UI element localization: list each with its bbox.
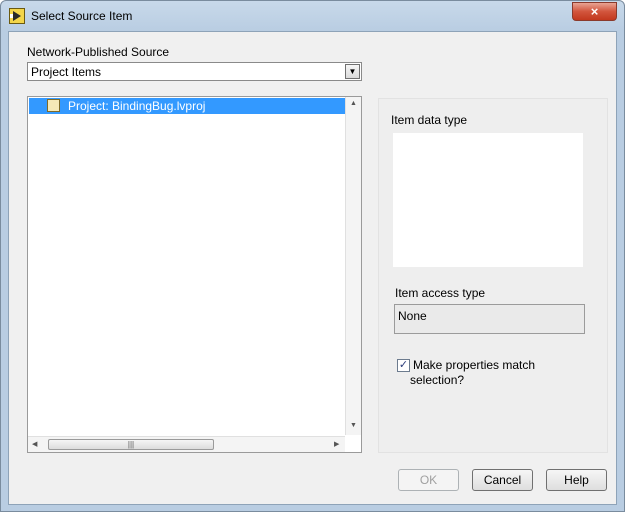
close-button[interactable]: × [572,2,617,21]
ok-button[interactable]: OK [398,469,459,491]
chevron-down-icon[interactable]: ▼ [345,64,360,79]
scroll-down-icon[interactable]: ▼ [350,422,357,429]
data-type-display [393,133,583,267]
source-dropdown-value: Project Items [31,65,102,79]
tree-item-label: Project: BindingBug.lvproj [68,99,206,113]
dialog-body: Network-Published Source Project Items ▼… [8,31,617,505]
access-type-value: None [398,309,427,323]
tree-item-project[interactable]: Project: BindingBug.lvproj [29,98,345,114]
access-type-label: Item access type [395,286,486,300]
title-bar[interactable]: Select Source Item × [1,1,624,31]
scroll-up-icon[interactable]: ▲ [350,100,357,107]
data-type-label: Item data type [391,113,468,127]
item-properties-panel: Item data type Item access type None ✓ M… [378,98,608,453]
labview-app-icon [9,8,25,24]
window-title: Select Source Item [31,9,133,23]
match-properties-checkbox[interactable]: ✓ [397,359,410,372]
source-item-tree[interactable]: Project: BindingBug.lvproj ▲ ▼ ◀ ||| ▶ [27,96,362,453]
horizontal-scroll-thumb[interactable]: ||| [48,439,214,450]
access-type-field: None [394,304,585,334]
horizontal-scrollbar[interactable]: ◀ ||| ▶ [28,436,345,452]
scroll-right-icon[interactable]: ▶ [334,440,339,448]
scroll-left-icon[interactable]: ◀ [32,440,37,448]
match-properties-label[interactable]: Make properties match [413,358,535,372]
help-button[interactable]: Help [546,469,607,491]
cancel-button[interactable]: Cancel [472,469,533,491]
match-properties-label-line2[interactable]: selection? [410,373,464,387]
dialog-window: Select Source Item × Network-Published S… [0,0,625,512]
project-icon [47,99,60,112]
source-dropdown[interactable]: Project Items ▼ [27,62,362,81]
vertical-scrollbar[interactable]: ▲ ▼ [345,97,361,435]
source-label: Network-Published Source [27,45,170,59]
